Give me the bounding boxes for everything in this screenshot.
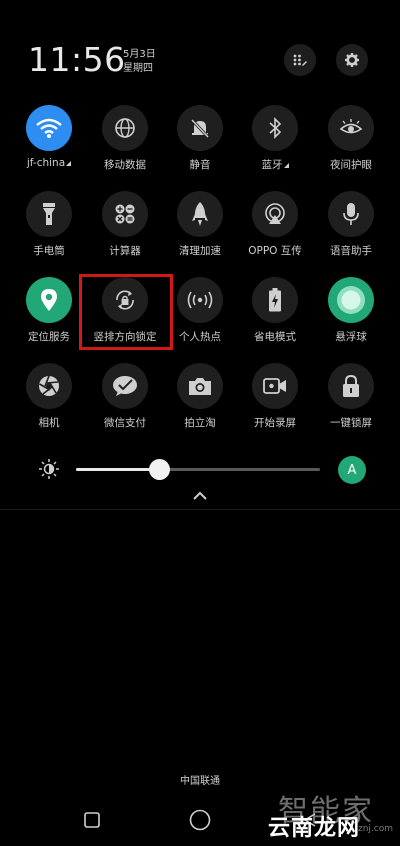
tile-label: 悬浮球 [335,331,367,343]
rocket-icon [192,202,208,226]
calculator-icon [115,204,135,224]
status-header: 11:56 5月3日 星期四 [0,0,400,100]
auto-brightness-button[interactable]: A [338,456,366,484]
tile-label: jf-china [26,157,66,169]
carrier-label: 中国联通 [180,776,220,787]
tile-screen-record[interactable]: 开始录屏 [237,358,313,438]
battery-icon [269,288,281,312]
hotspot-icon [187,291,213,309]
watermark-sub: 云南龙网 [268,816,361,841]
tile-night-mode[interactable]: 夜间护眼 [313,100,389,180]
tile-voice-assistant[interactable]: 语音助手 [313,186,389,266]
tile-label: 一键锁屏 [330,417,372,429]
microphone-icon [343,203,359,225]
tile-camera[interactable]: 相机 [11,358,87,438]
gear-icon [345,53,359,67]
brightness-slider[interactable] [76,459,320,480]
tile-lock-screen[interactable]: 一键锁屏 [313,358,389,438]
bell-mute-icon [190,118,210,139]
date-block: 5月3日 星期四 [123,48,156,76]
tile-label: 语音助手 [330,245,372,257]
clock: 11:56 [28,40,126,79]
expand-triangle-icon [283,163,289,168]
tile-oppo-share[interactable]: OPPO 互传 [237,186,313,266]
recents-icon[interactable] [84,812,100,828]
edit-icon [293,54,307,66]
chevron-up-icon[interactable] [190,488,210,504]
divider [0,509,400,510]
floating-ball-icon [337,286,365,314]
share-icon [265,203,285,224]
bluetooth-icon [269,117,282,139]
flashlight-icon [43,203,55,225]
tile-wifi[interactable]: jf-china [11,100,87,180]
weekday-text: 星期四 [123,63,153,74]
camera-aperture-icon [39,375,59,396]
date-text: 5月3日 [123,49,156,60]
tile-bluetooth[interactable]: 蓝牙 [237,100,313,180]
brightness-row: A [0,448,400,492]
watermark: 智能家 云南龙网 znj.com [268,788,396,841]
home-icon[interactable] [189,809,211,831]
eye-icon [339,119,363,134]
tile-floating-ball[interactable]: 悬浮球 [313,272,389,352]
highlight-box [79,274,173,350]
brightness-icon [39,459,59,479]
brightness-fill [76,468,159,471]
tile-flashlight[interactable]: 手电筒 [11,186,87,266]
camera-icon [189,378,211,395]
tile-location[interactable]: 定位服务 [11,272,87,352]
video-icon [263,378,286,394]
watermark-domain: znj.com [358,824,394,834]
edit-tiles-button[interactable] [284,44,316,76]
brightness-thumb[interactable] [149,459,170,480]
settings-button[interactable] [336,44,368,76]
wechat-pay-icon [113,376,137,396]
tile-label: 蓝牙 [261,159,283,171]
tile-power-saving[interactable]: 省电模式 [237,272,313,352]
location-icon [41,289,57,311]
tile-label: 夜间护眼 [330,159,372,171]
globe-icon [115,118,135,138]
wifi-icon [36,118,62,138]
expand-triangle-icon [66,161,72,166]
padlock-icon [343,374,359,397]
